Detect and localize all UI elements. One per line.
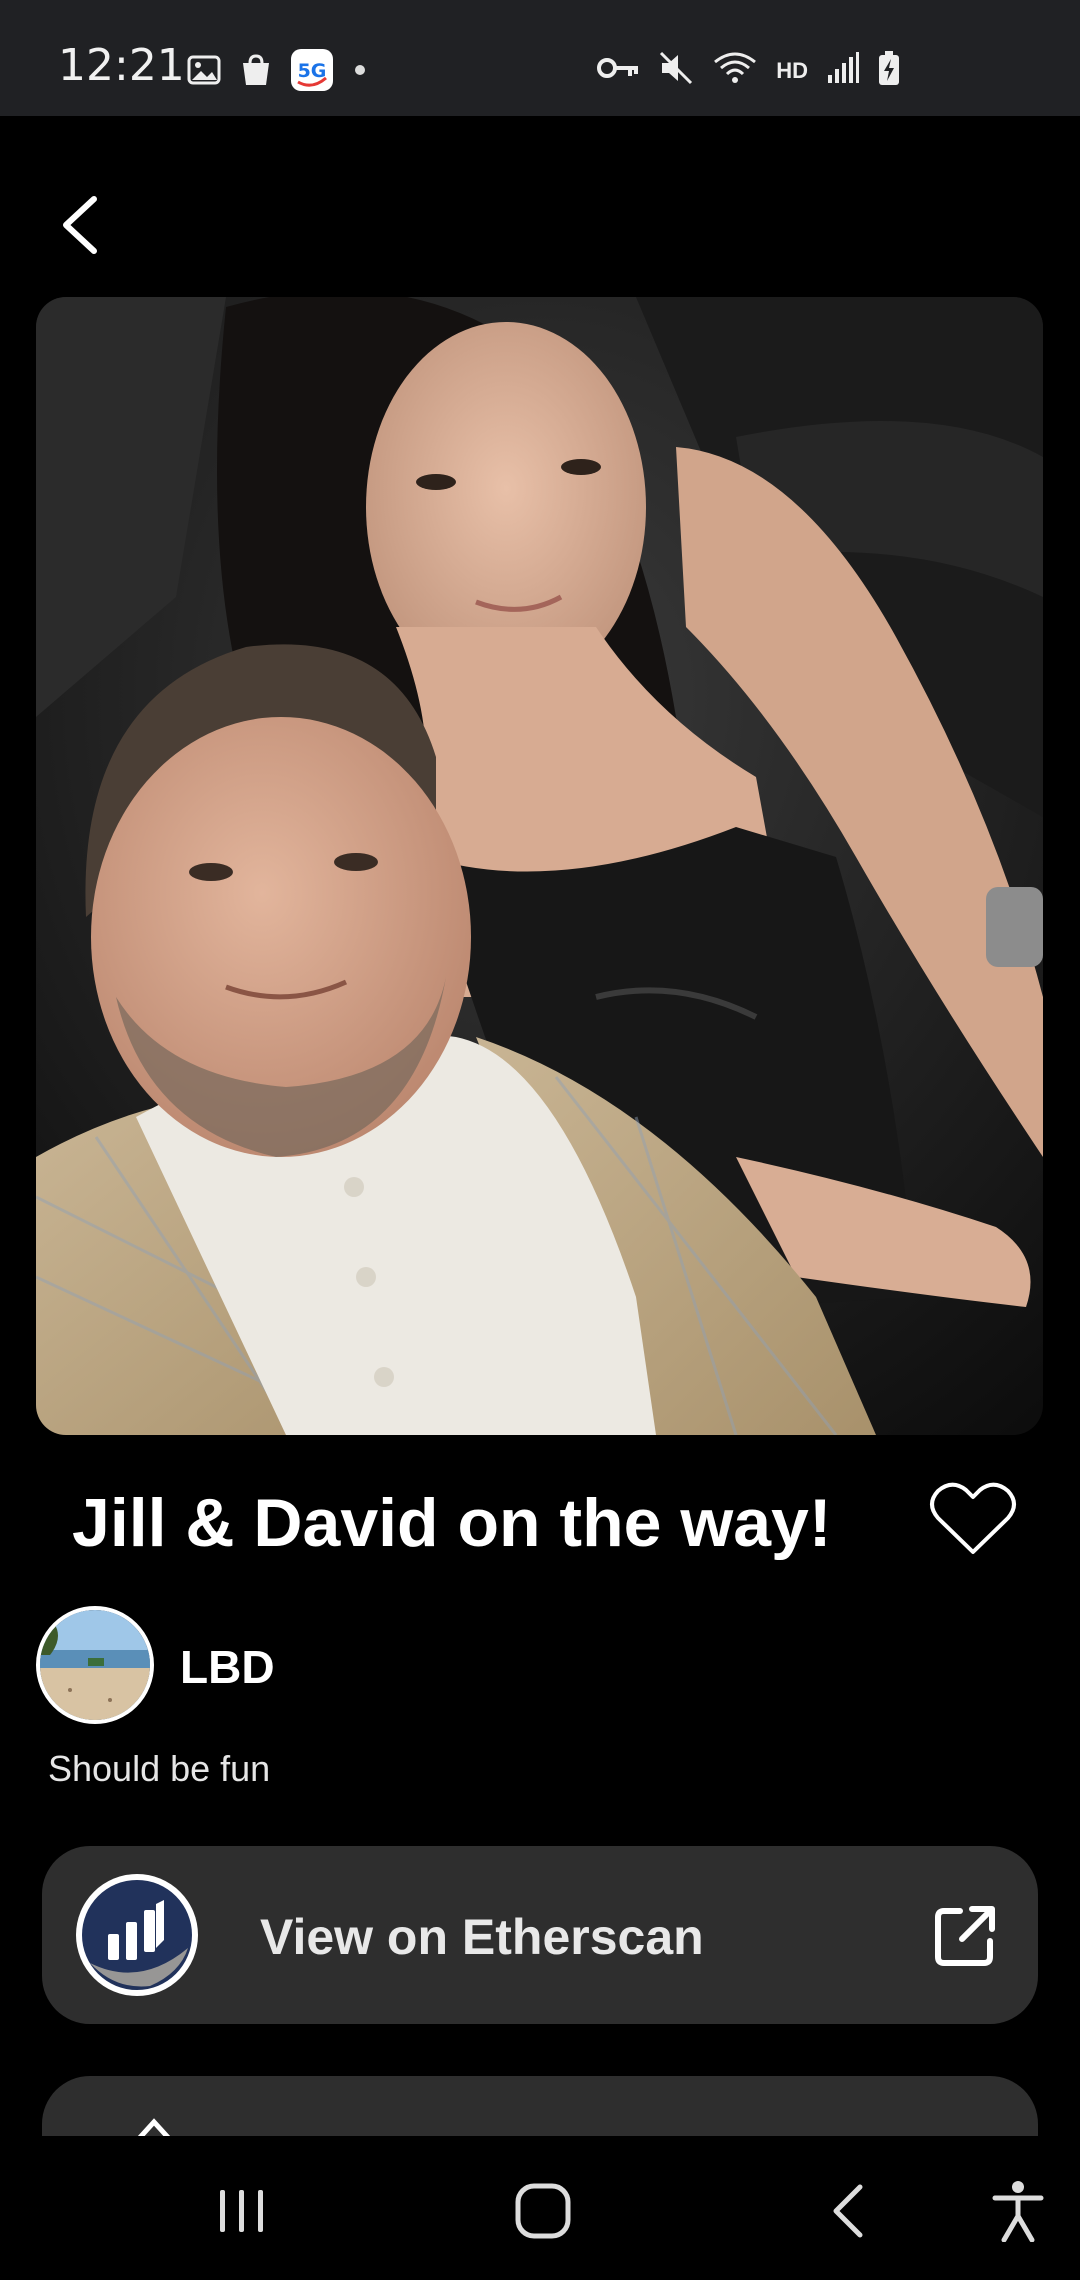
etherscan-logo-icon [76, 1874, 198, 1996]
wifi-icon [712, 50, 758, 91]
nft-description: Should be fun [48, 1748, 271, 1789]
etherscan-label: View on Etherscan [260, 1909, 704, 1965]
signal-icon [826, 51, 860, 90]
gallery-icon [186, 52, 222, 93]
status-left-icons: 5G [186, 48, 370, 97]
heart-icon [930, 1482, 1016, 1554]
home-button[interactable] [503, 2176, 583, 2246]
vpn-key-icon [596, 53, 640, 88]
5g-app-icon: 5G [290, 48, 334, 97]
nft-image [36, 297, 1043, 1435]
chevron-left-icon [63, 196, 97, 254]
accessibility-button[interactable] [978, 2176, 1058, 2246]
battery-charging-icon [878, 50, 900, 91]
chevron-up-icon [137, 2118, 171, 2136]
attributes-card[interactable] [42, 2076, 1038, 2136]
recent-apps-button[interactable] [202, 2176, 282, 2246]
mute-icon [658, 50, 694, 91]
status-bar: 12:21 5G HD [0, 0, 1080, 116]
status-right-icons: HD [596, 50, 900, 91]
view-on-etherscan-button[interactable]: View on Etherscan [42, 1846, 1038, 2024]
home-icon [515, 2183, 571, 2239]
system-nav-bar [0, 2136, 1080, 2280]
favorite-button[interactable] [928, 1480, 1018, 1560]
nav-back-button[interactable] [808, 2176, 888, 2246]
owner-avatar[interactable] [36, 1606, 154, 1724]
dot-icon [350, 60, 370, 85]
owner-name[interactable]: LBD [180, 1640, 275, 1694]
back-button[interactable] [44, 180, 114, 270]
shopping-bag-icon [238, 52, 274, 93]
external-link-icon [930, 1901, 1000, 1971]
hd-icon: HD [776, 57, 808, 83]
back-icon [833, 2184, 863, 2238]
nft-title: Jill & David on the way! [72, 1485, 832, 1561]
5g-badge-text: 5G [298, 60, 327, 82]
status-time: 12:21 [58, 40, 185, 91]
accessibility-icon [992, 2181, 1044, 2242]
recent-apps-icon [220, 2190, 263, 2232]
